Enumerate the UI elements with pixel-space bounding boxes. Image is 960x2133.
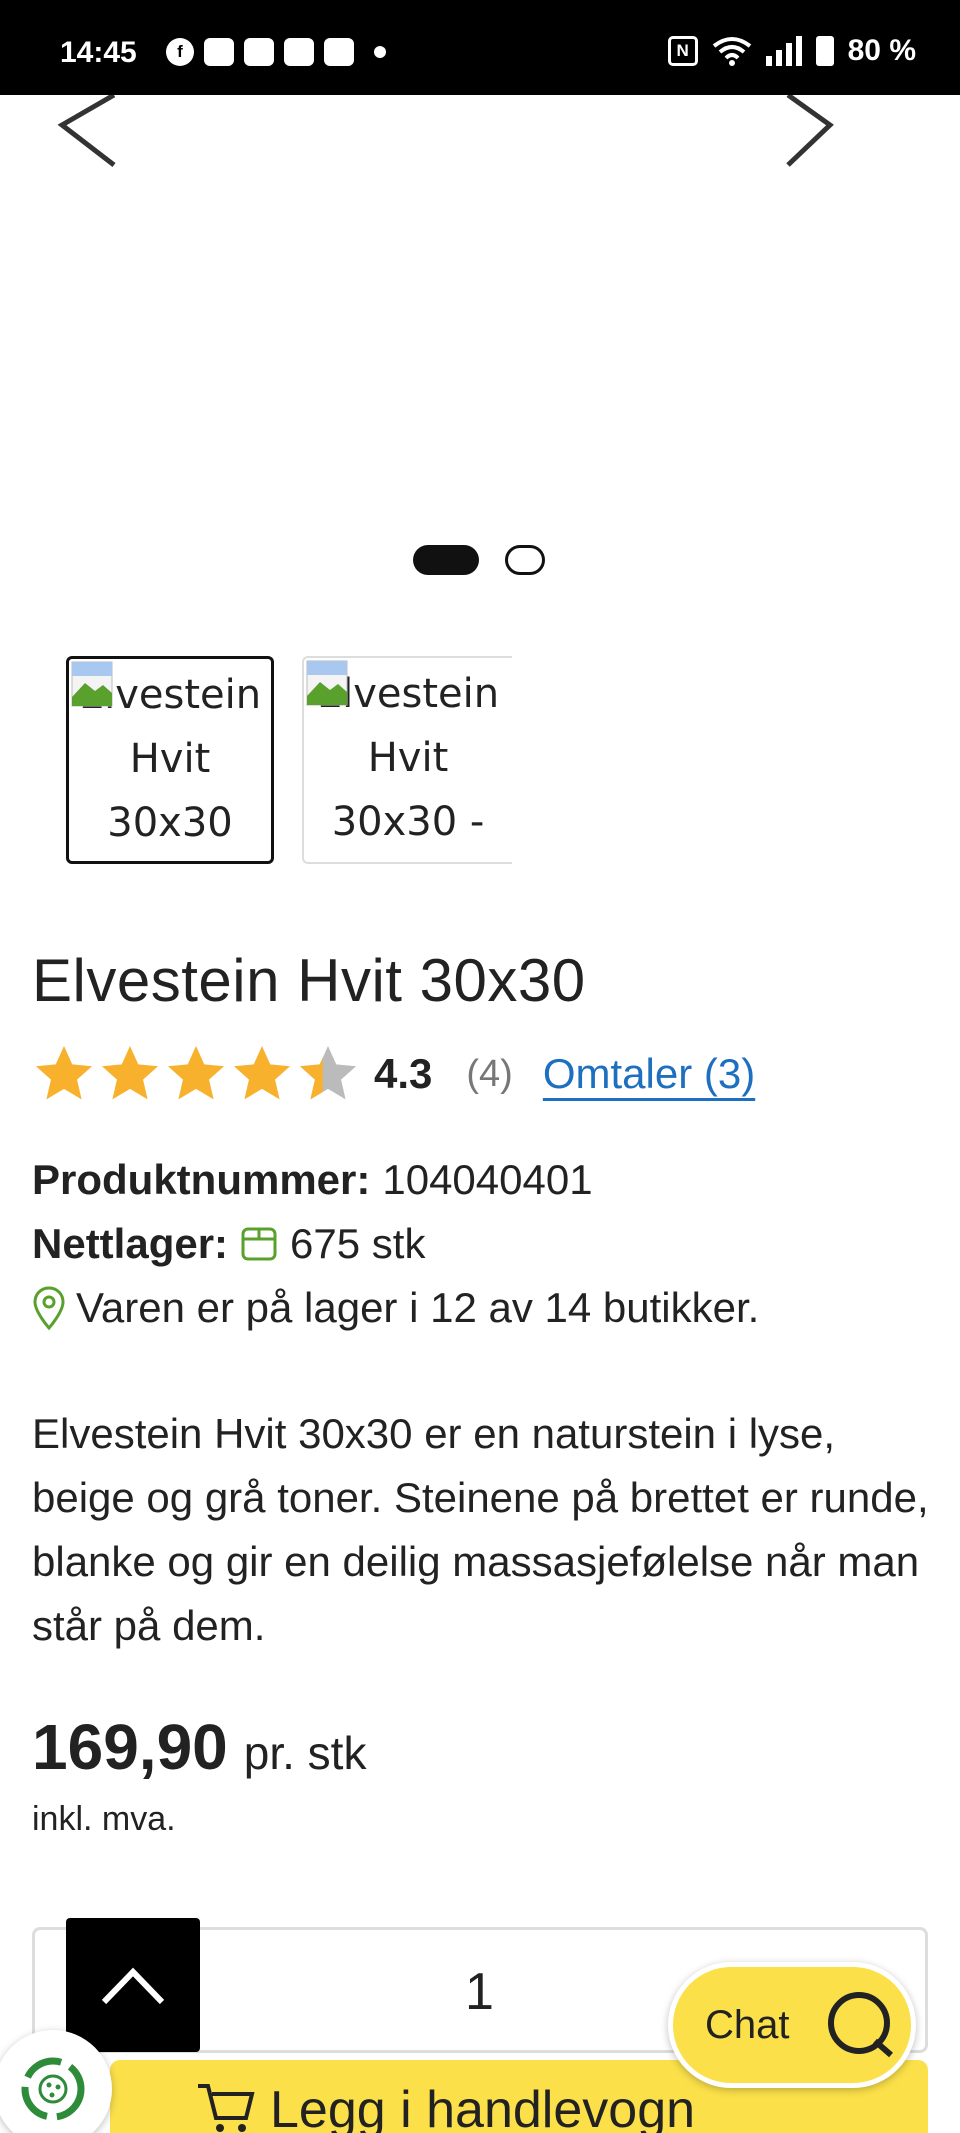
messenger-icon — [284, 38, 314, 66]
product-number-row: Produktnummer: 104040401 — [32, 1156, 593, 1204]
add-to-cart-label: Legg i handlevogn — [270, 2081, 696, 2133]
rating-row: 4.3 (4) Omtaler (3) — [32, 1042, 755, 1106]
thumbnail-2[interactable]: Elvestein Hvit 30x30 - — [302, 656, 512, 864]
rating-stars — [32, 1042, 360, 1106]
thumbnail-list: Elvestein Hvit 30x30 Elvestein Hvit 30x3… — [66, 656, 512, 864]
battery-percent: 80 % — [847, 34, 916, 67]
package-icon — [241, 1227, 277, 1261]
system-icons: N 80 % — [667, 34, 916, 68]
signal-icon — [765, 36, 802, 66]
carousel-prev-arrow-icon[interactable] — [52, 95, 142, 185]
product-image-carousel[interactable] — [0, 95, 960, 595]
location-pin-icon — [33, 1286, 65, 1331]
facebook-icon: f — [166, 38, 194, 66]
chat-button[interactable]: Chat — [668, 1962, 916, 2088]
broken-image-icon — [306, 660, 348, 706]
carousel-next-arrow-icon[interactable] — [760, 95, 850, 185]
star-full-icon — [36, 1046, 92, 1100]
stock-label: Nettlager: — [32, 1220, 229, 1267]
carousel-dot[interactable] — [505, 545, 545, 575]
carousel-pagination — [413, 545, 545, 575]
scroll-to-top-button[interactable] — [66, 1918, 200, 2052]
product-description: Elvestein Hvit 30x30 er en naturstein i … — [32, 1410, 929, 1649]
wifi-icon — [712, 37, 751, 66]
stock-row: Nettlager: 675 stk — [32, 1220, 425, 1268]
rating-value: 4.3 — [374, 1050, 433, 1097]
cart-icon — [198, 2084, 255, 2132]
more-notifications-dot-icon — [374, 46, 386, 58]
nfc-icon: N — [667, 36, 698, 66]
star-partial-icon — [300, 1046, 356, 1100]
star-full-icon — [234, 1046, 290, 1100]
store-availability-text: Varen er på lager i 12 av 14 butikker. — [76, 1284, 760, 1331]
star-full-icon — [102, 1046, 158, 1100]
vat-note: inkl. mva. — [32, 1800, 176, 1838]
carousel-dot-active[interactable] — [413, 545, 479, 575]
price-unit: pr. stk — [243, 1727, 367, 1779]
messenger-icon — [324, 38, 354, 66]
recycle-icon — [21, 2057, 85, 2121]
messenger-icon — [244, 38, 274, 66]
star-full-icon — [168, 1046, 224, 1100]
chat-bubble-icon — [828, 1992, 893, 2058]
status-time: 14:45 — [60, 36, 137, 69]
price-value: 169,90 — [32, 1711, 228, 1783]
broken-image-icon — [71, 661, 113, 707]
reviews-link[interactable]: Omtaler (3) — [543, 1050, 755, 1098]
quantity-value[interactable]: 1 — [465, 1962, 494, 2022]
stock-value: 675 stk — [290, 1220, 426, 1267]
product-title: Elvestein Hvit 30x30 — [32, 947, 586, 1014]
notification-icons: f — [166, 38, 386, 66]
messenger-icon — [204, 38, 234, 66]
chat-label: Chat — [705, 2002, 790, 2047]
product-number-value: 104040401 — [382, 1156, 593, 1203]
battery-icon — [815, 36, 834, 66]
thumbnail-1[interactable]: Elvestein Hvit 30x30 — [66, 656, 274, 864]
rating-count: (4) — [466, 1052, 513, 1095]
status-bar: 14:45 f N 80 % — [0, 0, 960, 95]
store-availability-row[interactable]: Varen er på lager i 12 av 14 butikker. — [32, 1284, 759, 1332]
chevron-up-icon — [101, 1967, 165, 2005]
product-number-label: Produktnummer: — [32, 1156, 371, 1203]
price-row: 169,90 pr. stk — [32, 1710, 366, 1784]
